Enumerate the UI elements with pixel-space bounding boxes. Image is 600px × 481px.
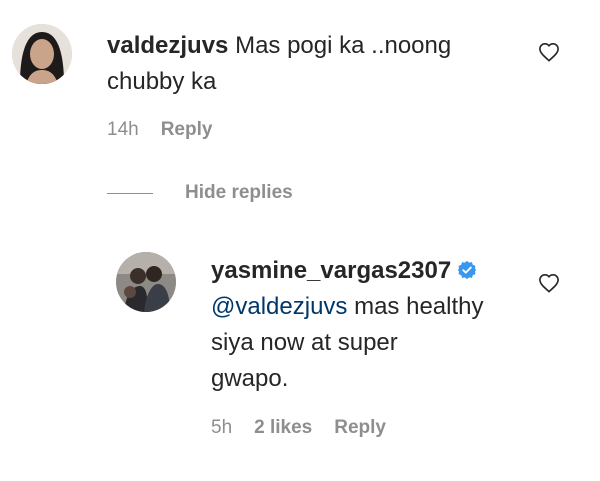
avatar-yasmine-vargas2307[interactable] [116, 252, 176, 312]
reply-mention-link[interactable]: @valdezjuvs [211, 293, 347, 320]
replies-divider-line [107, 192, 153, 194]
reply-reply-button[interactable]: Reply [334, 417, 386, 439]
comment-reply-button[interactable]: Reply [161, 119, 213, 141]
reply-text-line1: mas healthy [347, 293, 484, 320]
comment-text-line1: Mas pogi ka ..noong [235, 32, 452, 59]
reply-time: 5h [211, 417, 233, 438]
avatar-image [116, 252, 176, 312]
comment-meta: 14h Reply [107, 119, 212, 141]
hide-replies-button[interactable]: Hide replies [107, 182, 293, 204]
reply-text-line3: gwapo. [211, 365, 289, 392]
reply-body: yasmine_vargas2307 @valdezjuvs mas healt… [211, 253, 484, 397]
reply-text-line2: siya now at super [211, 329, 398, 356]
like-reply-heart-icon[interactable] [538, 273, 560, 293]
comment-body: valdezjuvs Mas pogi ka ..noong chubby ka [107, 28, 451, 100]
verified-badge-icon [457, 255, 477, 280]
reply-likes-button[interactable]: 2 likes [254, 417, 312, 439]
comment-username[interactable]: valdezjuvs [107, 32, 228, 59]
avatar-image [12, 24, 72, 84]
reply-meta: 5h 2 likes Reply [211, 417, 386, 439]
avatar-valdezjuvs[interactable] [12, 24, 72, 84]
like-comment-heart-icon[interactable] [538, 42, 560, 62]
reply-username[interactable]: yasmine_vargas2307 [211, 257, 451, 284]
comment-time: 14h [107, 119, 139, 140]
hide-replies-label: Hide replies [185, 182, 293, 203]
comment-text-line2: chubby ka [107, 68, 217, 95]
